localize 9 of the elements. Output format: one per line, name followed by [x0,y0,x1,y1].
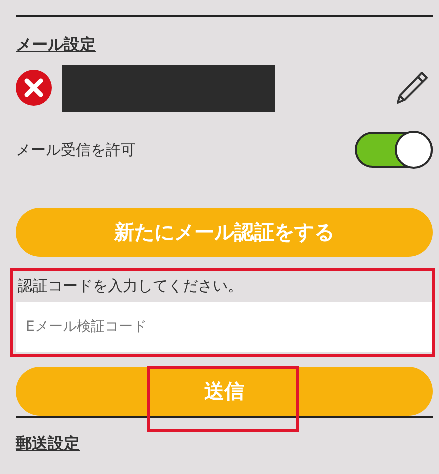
pencil-icon[interactable] [394,70,430,106]
section-title: 郵送設定 [16,434,80,455]
prompt-text: 認証コードを入力してください。 [17,276,244,297]
toggle-switch[interactable] [355,132,433,168]
toggle-label: メール受信を許可 [16,140,136,160]
submit-button[interactable]: 送信 [16,367,433,416]
section-title: メール設定 [16,35,96,56]
reauth-button[interactable]: 新たにメール認証をする [16,208,433,257]
input-field[interactable]: Eメール検証コード [16,302,432,352]
